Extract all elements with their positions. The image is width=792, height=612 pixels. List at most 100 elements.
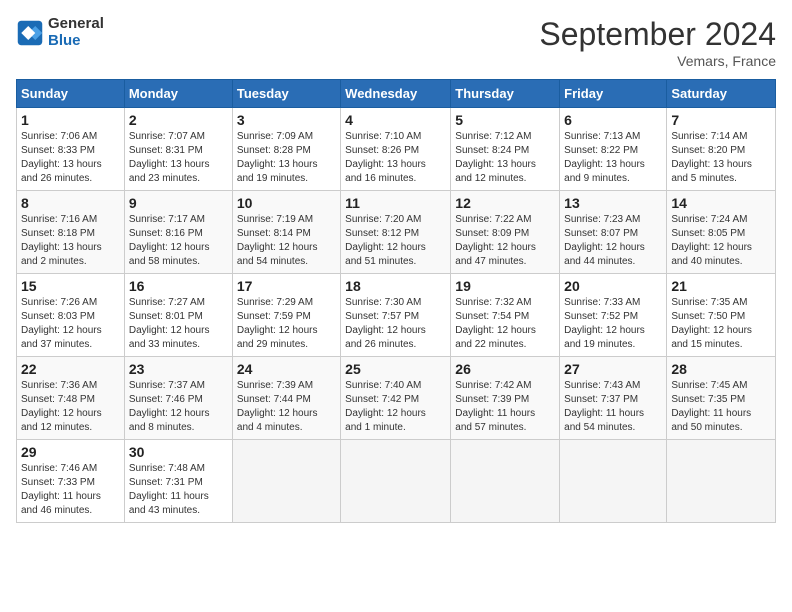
day-info: Sunrise: 7:39 AM Sunset: 7:44 PM Dayligh…	[237, 379, 336, 435]
calendar-cell: 25Sunrise: 7:40 AM Sunset: 7:42 PM Dayli…	[341, 357, 451, 440]
col-monday: Monday	[124, 80, 232, 108]
calendar-cell	[232, 440, 340, 523]
day-info: Sunrise: 7:09 AM Sunset: 8:28 PM Dayligh…	[237, 130, 336, 186]
day-number: 6	[564, 112, 662, 128]
day-number: 27	[564, 361, 662, 377]
calendar-cell	[560, 440, 667, 523]
calendar-cell: 28 Sunrise: 7:45 AM Sunset: 7:35 PM Dayli…	[667, 357, 776, 440]
day-number: 23	[129, 361, 228, 377]
day-number: 7	[671, 112, 771, 128]
day-number: 14	[671, 195, 771, 211]
calendar-week-2: 8 Sunrise: 7:16 AM Sunset: 8:18 PM Daylig…	[17, 191, 776, 274]
day-info: Sunrise: 7:45 AM Sunset: 7:35 PM Dayligh…	[671, 379, 771, 435]
calendar-table: Sunday Monday Tuesday Wednesday Thursday…	[16, 79, 776, 523]
day-info: Sunrise: 7:32 AM Sunset: 7:54 PM Dayligh…	[455, 296, 555, 352]
logo: General Blue	[16, 16, 104, 49]
day-number: 8	[21, 195, 120, 211]
calendar-cell	[667, 440, 776, 523]
day-number: 11	[345, 195, 446, 211]
calendar-week-1: 1Sunrise: 7:06 AM Sunset: 8:33 PM Daylig…	[17, 108, 776, 191]
calendar-cell: 3 Sunrise: 7:09 AM Sunset: 8:28 PM Daylig…	[232, 108, 340, 191]
day-info: Sunrise: 7:36 AM Sunset: 7:48 PM Dayligh…	[21, 379, 120, 435]
calendar-cell: 9Sunrise: 7:17 AM Sunset: 8:16 PM Daylig…	[124, 191, 232, 274]
day-info: Sunrise: 7:20 AM Sunset: 8:12 PM Dayligh…	[345, 213, 446, 269]
month-title: September 2024	[539, 16, 776, 53]
calendar-cell: 4 Sunrise: 7:10 AM Sunset: 8:26 PM Daylig…	[341, 108, 451, 191]
day-info: Sunrise: 7:16 AM Sunset: 8:18 PM Dayligh…	[21, 213, 120, 269]
day-info: Sunrise: 7:14 AM Sunset: 8:20 PM Dayligh…	[671, 130, 771, 186]
calendar-cell: 7 Sunrise: 7:14 AM Sunset: 8:20 PM Daylig…	[667, 108, 776, 191]
day-info: Sunrise: 7:40 AM Sunset: 7:42 PM Dayligh…	[345, 379, 446, 435]
day-info: Sunrise: 7:10 AM Sunset: 8:26 PM Dayligh…	[345, 130, 446, 186]
calendar-cell: 11 Sunrise: 7:20 AM Sunset: 8:12 PM Dayli…	[341, 191, 451, 274]
day-info: Sunrise: 7:37 AM Sunset: 7:46 PM Dayligh…	[129, 379, 228, 435]
calendar-cell: 14 Sunrise: 7:24 AM Sunset: 8:05 PM Dayli…	[667, 191, 776, 274]
day-info: Sunrise: 7:26 AM Sunset: 8:03 PM Dayligh…	[21, 296, 120, 352]
calendar-week-5: 29 Sunrise: 7:46 AM Sunset: 7:33 PM Dayli…	[17, 440, 776, 523]
calendar-cell: 13Sunrise: 7:23 AM Sunset: 8:07 PM Dayli…	[560, 191, 667, 274]
col-sunday: Sunday	[17, 80, 125, 108]
title-area: September 2024 Vemars, France	[539, 16, 776, 69]
day-number: 3	[237, 112, 336, 128]
day-number: 20	[564, 278, 662, 294]
day-info: Sunrise: 7:30 AM Sunset: 7:57 PM Dayligh…	[345, 296, 446, 352]
calendar-cell: 10Sunrise: 7:19 AM Sunset: 8:14 PM Dayli…	[232, 191, 340, 274]
day-number: 9	[129, 195, 228, 211]
calendar-cell: 12Sunrise: 7:22 AM Sunset: 8:09 PM Dayli…	[451, 191, 560, 274]
calendar-cell: 26 Sunrise: 7:42 AM Sunset: 7:39 PM Dayli…	[451, 357, 560, 440]
calendar-cell: 2Sunrise: 7:07 AM Sunset: 8:31 PM Daylig…	[124, 108, 232, 191]
day-info: Sunrise: 7:33 AM Sunset: 7:52 PM Dayligh…	[564, 296, 662, 352]
calendar-cell: 21 Sunrise: 7:35 AM Sunset: 7:50 PM Dayli…	[667, 274, 776, 357]
calendar-cell: 22Sunrise: 7:36 AM Sunset: 7:48 PM Dayli…	[17, 357, 125, 440]
calendar-cell: 23 Sunrise: 7:37 AM Sunset: 7:46 PM Dayli…	[124, 357, 232, 440]
day-info: Sunrise: 7:48 AM Sunset: 7:31 PM Dayligh…	[129, 462, 228, 518]
calendar-cell: 16 Sunrise: 7:27 AM Sunset: 8:01 PM Dayli…	[124, 274, 232, 357]
location: Vemars, France	[539, 53, 776, 69]
day-info: Sunrise: 7:35 AM Sunset: 7:50 PM Dayligh…	[671, 296, 771, 352]
header-row: Sunday Monday Tuesday Wednesday Thursday…	[17, 80, 776, 108]
calendar-cell	[341, 440, 451, 523]
calendar-cell: 18 Sunrise: 7:30 AM Sunset: 7:57 PM Dayli…	[341, 274, 451, 357]
day-info: Sunrise: 7:27 AM Sunset: 8:01 PM Dayligh…	[129, 296, 228, 352]
logo-text: General Blue	[48, 16, 104, 49]
day-info: Sunrise: 7:29 AM Sunset: 7:59 PM Dayligh…	[237, 296, 336, 352]
calendar-cell: 30Sunrise: 7:48 AM Sunset: 7:31 PM Dayli…	[124, 440, 232, 523]
col-tuesday: Tuesday	[232, 80, 340, 108]
calendar-cell: 15 Sunrise: 7:26 AM Sunset: 8:03 PM Dayli…	[17, 274, 125, 357]
header: General Blue September 2024 Vemars, Fran…	[16, 16, 776, 69]
day-info: Sunrise: 7:19 AM Sunset: 8:14 PM Dayligh…	[237, 213, 336, 269]
col-wednesday: Wednesday	[341, 80, 451, 108]
day-number: 2	[129, 112, 228, 128]
calendar-cell: 17Sunrise: 7:29 AM Sunset: 7:59 PM Dayli…	[232, 274, 340, 357]
calendar-cell: 20 Sunrise: 7:33 AM Sunset: 7:52 PM Dayli…	[560, 274, 667, 357]
calendar-cell: 24 Sunrise: 7:39 AM Sunset: 7:44 PM Dayli…	[232, 357, 340, 440]
day-info: Sunrise: 7:12 AM Sunset: 8:24 PM Dayligh…	[455, 130, 555, 186]
calendar-week-4: 22Sunrise: 7:36 AM Sunset: 7:48 PM Dayli…	[17, 357, 776, 440]
col-friday: Friday	[560, 80, 667, 108]
day-number: 18	[345, 278, 446, 294]
calendar-cell: 5 Sunrise: 7:12 AM Sunset: 8:24 PM Daylig…	[451, 108, 560, 191]
day-number: 29	[21, 444, 120, 460]
day-number: 26	[455, 361, 555, 377]
day-info: Sunrise: 7:42 AM Sunset: 7:39 PM Dayligh…	[455, 379, 555, 435]
calendar-cell: 19 Sunrise: 7:32 AM Sunset: 7:54 PM Dayli…	[451, 274, 560, 357]
day-number: 28	[671, 361, 771, 377]
calendar-cell: 29 Sunrise: 7:46 AM Sunset: 7:33 PM Dayli…	[17, 440, 125, 523]
day-info: Sunrise: 7:43 AM Sunset: 7:37 PM Dayligh…	[564, 379, 662, 435]
calendar-cell	[451, 440, 560, 523]
day-info: Sunrise: 7:46 AM Sunset: 7:33 PM Dayligh…	[21, 462, 120, 518]
day-info: Sunrise: 7:06 AM Sunset: 8:33 PM Dayligh…	[21, 130, 120, 186]
day-number: 12	[455, 195, 555, 211]
day-number: 21	[671, 278, 771, 294]
day-number: 24	[237, 361, 336, 377]
day-number: 16	[129, 278, 228, 294]
day-number: 4	[345, 112, 446, 128]
calendar-cell: 8 Sunrise: 7:16 AM Sunset: 8:18 PM Daylig…	[17, 191, 125, 274]
col-thursday: Thursday	[451, 80, 560, 108]
calendar-cell: 6Sunrise: 7:13 AM Sunset: 8:22 PM Daylig…	[560, 108, 667, 191]
day-info: Sunrise: 7:24 AM Sunset: 8:05 PM Dayligh…	[671, 213, 771, 269]
day-number: 5	[455, 112, 555, 128]
day-number: 15	[21, 278, 120, 294]
day-number: 19	[455, 278, 555, 294]
calendar-cell: 27 Sunrise: 7:43 AM Sunset: 7:37 PM Dayli…	[560, 357, 667, 440]
